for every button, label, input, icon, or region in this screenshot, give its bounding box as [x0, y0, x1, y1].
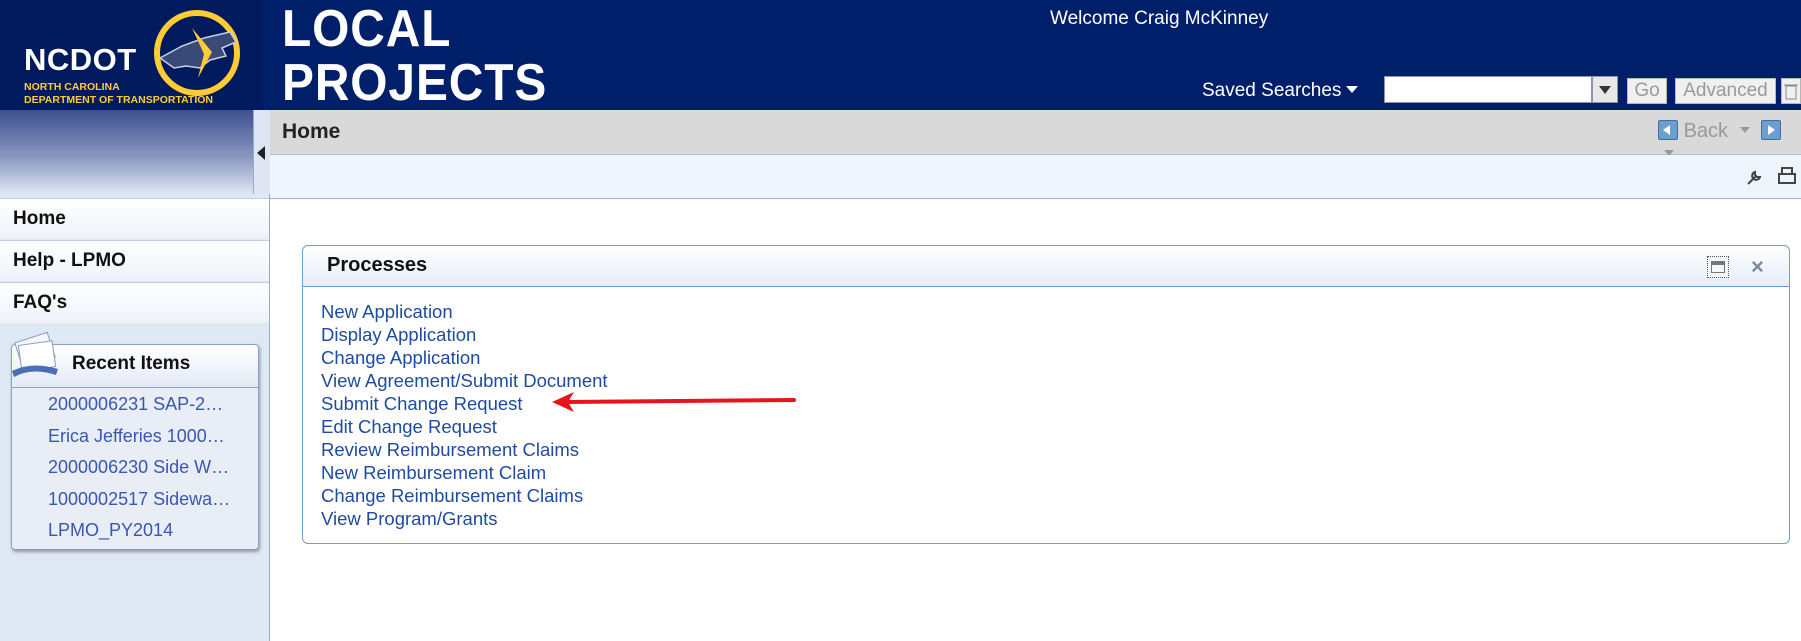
process-link-change-reimbursement-claims[interactable]: Change Reimbursement Claims — [321, 484, 608, 507]
forward-arrow-icon[interactable] — [1761, 120, 1782, 140]
recent-item[interactable]: 2000006231 SAP-2… — [12, 389, 258, 421]
search-input[interactable] — [1384, 76, 1592, 103]
processes-portlet: Processes × New Application Display Appl… — [302, 245, 1790, 544]
documents-icon — [12, 331, 58, 377]
processes-portlet-header: Processes × — [303, 246, 1789, 287]
annotation-arrow-icon — [552, 392, 796, 412]
process-link-review-reimbursement-claims[interactable]: Review Reimbursement Claims — [321, 438, 608, 461]
collapse-panel-button[interactable] — [253, 110, 270, 194]
recent-items-title: Recent Items — [72, 353, 191, 374]
app-header: NCDOT NORTH CAROLINA DEPARTMENT OF TRANS… — [0, 0, 1801, 110]
back-history-dropdown-icon[interactable] — [1739, 127, 1750, 133]
process-link-edit-change-request[interactable]: Edit Change Request — [321, 415, 608, 438]
advanced-search-button[interactable]: Advanced — [1675, 78, 1776, 104]
logo-subline-state: NORTH CAROLINA — [24, 81, 120, 93]
wrench-icon[interactable] — [1744, 166, 1766, 188]
recent-item[interactable]: 1000002517 Sidewa… — [12, 484, 258, 516]
processes-title: Processes — [327, 254, 428, 276]
chevron-down-icon — [1346, 86, 1359, 93]
recent-items-list: 2000006231 SAP-2… Erica Jefferies 1000… … — [12, 389, 258, 547]
process-link-change-application[interactable]: Change Application — [321, 346, 608, 369]
saved-searches-menu[interactable]: Saved Searches — [1202, 80, 1359, 102]
nav-item-home[interactable]: Home — [0, 198, 269, 239]
go-button[interactable]: Go — [1627, 78, 1667, 104]
processes-link-list: New Application Display Application Chan… — [321, 300, 608, 530]
process-link-display-application[interactable]: Display Application — [321, 323, 608, 346]
chevron-left-icon — [257, 146, 265, 160]
trash-icon[interactable] — [1781, 78, 1801, 104]
app-title-line-1: LOCAL — [282, 0, 452, 58]
recent-items-panel: Recent Items 2000006231 SAP-2… Erica Jef… — [11, 331, 259, 550]
nav-item-faqs[interactable]: FAQ's — [0, 282, 269, 323]
recent-item[interactable]: LPMO_PY2014 — [12, 515, 258, 547]
app-title-line-2: PROJECTS — [282, 54, 548, 112]
nav-item-help-lpmo[interactable]: Help - LPMO — [0, 240, 269, 281]
recent-item[interactable]: 2000006230 Side W… — [12, 452, 258, 484]
nav-panel-header — [0, 110, 253, 194]
page-title: Home — [282, 120, 341, 143]
ncdot-logo[interactable]: NCDOT NORTH CAROLINA DEPARTMENT OF TRANS… — [0, 0, 263, 110]
logo-text: NCDOT — [24, 42, 137, 77]
app-title: LOCAL PROJECTS — [282, 2, 547, 110]
page-toolbar — [270, 155, 1801, 199]
process-link-view-program-grants[interactable]: View Program/Grants — [321, 507, 608, 530]
page-title-bar: Home Back — [270, 110, 1801, 156]
process-link-view-agreement[interactable]: View Agreement/Submit Document — [321, 369, 608, 392]
nc-state-emblem-icon — [154, 10, 240, 96]
recent-item[interactable]: Erica Jefferies 1000… — [12, 421, 258, 453]
back-arrow-icon[interactable] — [1658, 120, 1678, 140]
minimize-icon[interactable] — [1707, 256, 1729, 278]
process-link-new-application[interactable]: New Application — [321, 300, 608, 323]
recent-items-header: Recent Items — [12, 331, 258, 388]
print-icon[interactable] — [1776, 166, 1798, 188]
search-dropdown-button[interactable] — [1592, 76, 1618, 103]
process-link-new-reimbursement-claim[interactable]: New Reimbursement Claim — [321, 461, 608, 484]
back-button[interactable]: Back — [1684, 120, 1728, 142]
dropdown-arrow-icon — [1599, 86, 1611, 94]
welcome-message: Welcome Craig McKinney — [1050, 8, 1269, 29]
saved-searches-label: Saved Searches — [1202, 80, 1342, 101]
close-icon[interactable]: × — [1751, 254, 1764, 280]
